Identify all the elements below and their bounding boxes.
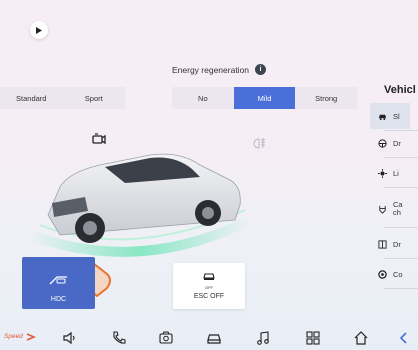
energy-regeneration-label: Energy regeneration i — [172, 64, 267, 75]
side-panel-title: Vehicl — [384, 84, 416, 96]
speed-arrow-icon — [26, 333, 36, 341]
side-item-label: Sl — [393, 111, 400, 121]
side-item-label: Dr — [393, 239, 401, 249]
vehicle-settings-panel: Vehicl Sl Dr Li Ca ch Dr Co — [370, 0, 418, 350]
side-item-label: Co — [393, 269, 403, 279]
energy-regeneration-selector: No Mild Strong — [172, 87, 357, 109]
back-icon[interactable] — [396, 330, 412, 346]
hdc-button[interactable]: HDC — [22, 257, 95, 309]
sun-icon — [378, 168, 387, 178]
side-item-label: Li — [393, 168, 399, 178]
drive-mode-sport[interactable]: Sport — [63, 87, 126, 109]
tire-icon — [378, 269, 387, 279]
energy-regeneration-title: Energy regeneration — [172, 64, 250, 75]
regen-option-strong[interactable]: Strong — [295, 87, 357, 109]
side-item-1[interactable]: Dr — [378, 136, 418, 150]
charging-icon — [379, 205, 386, 214]
camera-360-icon[interactable] — [158, 330, 174, 346]
car-icon — [378, 114, 387, 120]
side-item-label: Dr — [393, 138, 401, 148]
fog-light-icon[interactable] — [253, 137, 266, 150]
esc-off-button[interactable]: OFF ESC OFF — [173, 263, 245, 309]
door-icon — [378, 239, 387, 249]
regen-option-mild[interactable]: Mild — [233, 87, 296, 109]
music-icon[interactable] — [255, 330, 271, 346]
apps-grid-icon[interactable] — [305, 330, 321, 346]
phone-icon[interactable] — [111, 330, 127, 346]
esc-icon — [203, 273, 215, 280]
home-icon[interactable] — [353, 330, 369, 346]
hill-descent-icon — [49, 276, 67, 285]
car-icon[interactable] — [206, 330, 222, 346]
esc-off-label: ESC OFF — [193, 293, 225, 300]
info-icon[interactable]: i — [255, 64, 267, 75]
side-item-0[interactable]: Sl — [370, 103, 410, 129]
volume-icon[interactable] — [62, 330, 78, 346]
side-item-3[interactable]: Ca ch — [378, 197, 418, 221]
regen-option-no[interactable]: No — [172, 87, 234, 109]
side-item-label: Ca ch — [393, 200, 403, 217]
speed-label: Speed — [4, 333, 23, 340]
drive-mode-standard[interactable]: Standard — [0, 87, 63, 109]
play-button[interactable] — [30, 21, 48, 39]
hdc-label: HDC — [50, 296, 67, 303]
steering-wheel-icon — [378, 138, 387, 148]
side-item-4[interactable]: Dr — [378, 237, 418, 251]
drive-mode-selector: Standard Sport — [0, 87, 125, 109]
side-item-2[interactable]: Li — [378, 166, 418, 180]
side-item-5[interactable]: Co — [378, 267, 418, 281]
play-icon — [36, 26, 42, 34]
car-illustration — [30, 153, 250, 257]
esc-off-badge: OFF — [205, 285, 213, 290]
